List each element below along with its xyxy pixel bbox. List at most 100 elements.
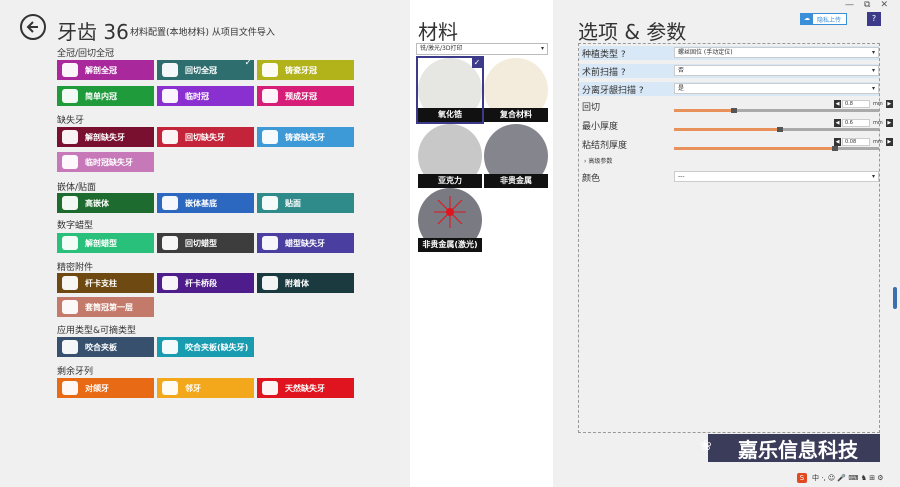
- restoration-tile[interactable]: 咬合夹板(缺失牙): [157, 337, 254, 357]
- material-label: 氧化锆: [418, 108, 482, 122]
- decrement-button[interactable]: ◀: [834, 99, 841, 108]
- value-input[interactable]: 0.6: [842, 118, 870, 127]
- color-dropdown[interactable]: --- ▾: [674, 171, 879, 182]
- material-filter-select[interactable]: 铣/激光/3D打印 ▾: [416, 43, 548, 55]
- slider-handle[interactable]: [777, 127, 783, 132]
- minimize-button[interactable]: —: [845, 0, 854, 10]
- inlay-icon: [162, 196, 178, 210]
- missing-tooth-icon: [262, 381, 278, 395]
- restoration-tile[interactable]: 天然缺失牙: [257, 378, 354, 398]
- material-card[interactable]: 非贵金属(激光): [418, 188, 482, 252]
- restoration-tile[interactable]: 套筒冠第一层: [57, 297, 154, 317]
- restoration-tile[interactable]: 杆卡支柱: [57, 273, 154, 293]
- tile-row: 解剖蜡型 回切蜡型 蜡型缺失牙: [57, 233, 354, 253]
- tile-row: 解剖缺失牙 回切缺失牙 铸瓷缺失牙: [57, 127, 354, 147]
- material-card[interactable]: 复合材料: [484, 58, 548, 122]
- wechat-icon: ❀: [700, 438, 712, 454]
- increment-button[interactable]: ▶: [885, 137, 893, 146]
- chevron-down-icon: ▾: [540, 45, 544, 52]
- restoration-tile[interactable]: 邻牙: [157, 378, 254, 398]
- category-label: 剩余牙列: [57, 367, 94, 377]
- slider-fill: [674, 109, 731, 112]
- value-slider[interactable]: [674, 108, 879, 113]
- restoration-tile[interactable]: 解剖蜡型: [57, 233, 154, 253]
- material-card[interactable]: 亚克力: [418, 124, 482, 188]
- tile-label: 天然缺失牙: [285, 383, 325, 393]
- veneer-icon: [262, 196, 278, 210]
- slider-handle[interactable]: [731, 108, 737, 113]
- option-label: 分离牙龈扫描 ?: [582, 86, 644, 96]
- close-button[interactable]: ✕: [880, 0, 888, 10]
- restoration-tile[interactable]: 杆卡桥段: [157, 273, 254, 293]
- value-input[interactable]: 0.8: [842, 99, 870, 108]
- restoration-tile[interactable]: 咬合夹板: [57, 337, 154, 357]
- onlay-icon: [62, 196, 78, 210]
- ime-icon[interactable]: S: [797, 473, 807, 483]
- tile-label: 铸瓷缺失牙: [285, 132, 325, 142]
- tray-icons: 中 ·, ☺ 🎤 ⌨ ♞ ⊞ ⚙: [812, 474, 884, 482]
- decrement-button[interactable]: ◀: [834, 137, 841, 146]
- system-tray: S 中 ·, ☺ 🎤 ⌨ ♞ ⊞ ⚙: [797, 473, 884, 483]
- restoration-tile[interactable]: 临时冠: [157, 86, 254, 106]
- option-dropdown[interactable]: 是 ▾: [674, 83, 879, 94]
- value-slider[interactable]: [674, 127, 879, 132]
- restoration-tile[interactable]: 附着体: [257, 273, 354, 293]
- material-card[interactable]: 氧化锆 ✓: [416, 56, 484, 124]
- preformed-crown-icon: [262, 89, 278, 103]
- wax-pontic-icon: [262, 236, 278, 250]
- increment-button[interactable]: ▶: [885, 99, 893, 108]
- option-label: 种植类型 ?: [582, 50, 626, 60]
- arrow-left-icon: [26, 21, 38, 33]
- dropdown-value: 是: [678, 85, 685, 92]
- restoration-tile[interactable]: 临时冠缺失牙: [57, 152, 154, 172]
- cutback-wax-icon: [162, 236, 178, 250]
- slider-fill: [674, 128, 777, 131]
- restoration-tile[interactable]: 回切蜡型: [157, 233, 254, 253]
- restoration-tile[interactable]: 预成牙冠: [257, 86, 354, 106]
- material-card[interactable]: 非贵金属: [484, 124, 548, 188]
- restoration-tile[interactable]: 简单内冠: [57, 86, 154, 106]
- help-button[interactable]: ?: [867, 12, 881, 26]
- restoration-tile[interactable]: 铸瓷缺失牙: [257, 127, 354, 147]
- restoration-tile[interactable]: 贴面: [257, 193, 354, 213]
- advanced-params-toggle[interactable]: › 高级参数: [584, 156, 612, 165]
- restoration-tile[interactable]: 解剖缺失牙: [57, 127, 154, 147]
- value-slider[interactable]: [674, 146, 879, 151]
- tile-label: 附着体: [285, 278, 309, 288]
- scrollbar-thumb[interactable]: [893, 287, 897, 309]
- category-label: 嵌体/贴面: [57, 183, 97, 193]
- tile-label: 预成牙冠: [285, 91, 317, 101]
- pressed-crown-icon: [262, 63, 278, 77]
- wax-up-icon: [62, 236, 78, 250]
- splint-icon: [62, 340, 78, 354]
- restoration-tile[interactable]: 高嵌体: [57, 193, 154, 213]
- restoration-tile[interactable]: 铸瓷牙冠: [257, 60, 354, 80]
- restoration-tile[interactable]: 回切全冠 ✓: [157, 58, 254, 80]
- restoration-tile[interactable]: 嵌体基底: [157, 193, 254, 213]
- option-dropdown[interactable]: 否 ▾: [674, 65, 879, 76]
- material-label: 非贵金属(激光): [418, 238, 482, 252]
- crown-icon: [62, 63, 78, 77]
- slider-handle[interactable]: [832, 146, 838, 151]
- option-row: 粘结剂厚度 ◀ 0.08 mm ▶: [579, 137, 893, 151]
- back-button[interactable]: [20, 14, 46, 40]
- restore-button[interactable]: ⧉: [864, 0, 870, 10]
- restoration-tile[interactable]: 解剖全冠: [57, 60, 154, 80]
- watermark: ❀ 嘉乐信息科技: [700, 434, 880, 462]
- restoration-tile[interactable]: 对颌牙: [57, 378, 154, 398]
- restoration-tile[interactable]: 蜡型缺失牙: [257, 233, 354, 253]
- value-input[interactable]: 0.08: [842, 137, 870, 146]
- window-controls: — ⧉ ✕: [845, 0, 888, 10]
- chevron-down-icon: ▾: [871, 67, 875, 74]
- tile-row: 简单内冠 临时冠 预成牙冠: [57, 86, 354, 106]
- increment-button[interactable]: ▶: [885, 118, 893, 127]
- material-label: 亚克力: [418, 174, 482, 188]
- restoration-tile[interactable]: 回切缺失牙: [157, 127, 254, 147]
- option-dropdown[interactable]: 螺丝固位 (手动定位) ▾: [674, 47, 879, 58]
- tile-row: 解剖全冠 回切全冠 ✓ 铸瓷牙冠: [57, 58, 354, 80]
- tile-row: 临时冠缺失牙: [57, 152, 154, 172]
- decrement-button[interactable]: ◀: [834, 118, 841, 127]
- share-upload-button[interactable]: ☁ 隐私上传: [800, 13, 847, 25]
- material-label: 复合材料: [484, 108, 548, 122]
- slider-fill: [674, 147, 832, 150]
